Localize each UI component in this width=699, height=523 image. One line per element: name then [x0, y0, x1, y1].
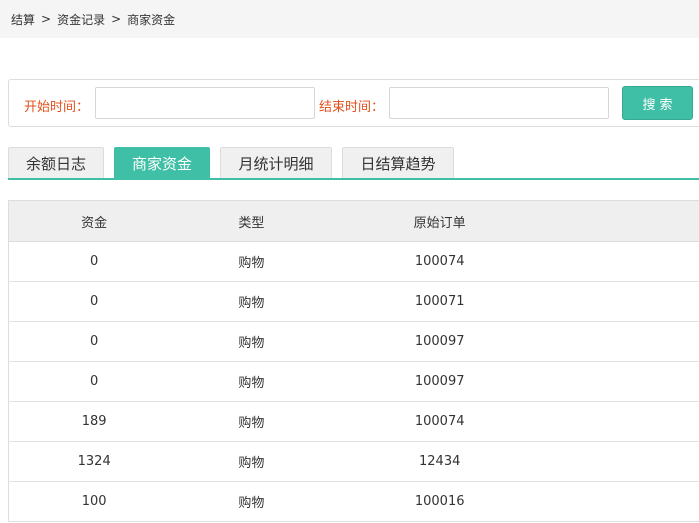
- cell-funds: 189: [8, 401, 180, 442]
- tab-daily-settlement-trend[interactable]: 日结算趋势: [342, 147, 454, 178]
- cell-empty: [556, 361, 699, 402]
- cell-order: 12434: [323, 441, 557, 482]
- table-row: 0 购物 100074: [8, 241, 699, 282]
- cell-empty: [556, 441, 699, 482]
- breadcrumb-separator: >: [41, 12, 52, 26]
- funds-table-container: 资金 类型 原始订单 0 购物 100074 0 购物 100071 0 购物: [8, 200, 699, 522]
- cell-funds: 0: [8, 321, 180, 362]
- breadcrumb: 结算 > 资金记录 > 商家资金: [0, 0, 699, 38]
- cell-type: 购物: [179, 361, 324, 402]
- table-row: 0 购物 100097: [8, 321, 699, 362]
- table-row: 189 购物 100074: [8, 401, 699, 442]
- funds-table: 资金 类型 原始订单 0 购物 100074 0 购物 100071 0 购物: [8, 200, 699, 522]
- tab-balance-log[interactable]: 余额日志: [8, 147, 104, 178]
- header-empty: [556, 200, 699, 242]
- cell-empty: [556, 281, 699, 322]
- breadcrumb-separator: >: [111, 12, 122, 26]
- search-panel: 开始时间： 结束时间： 搜索: [8, 79, 699, 127]
- cell-order: 100074: [323, 241, 557, 282]
- search-button[interactable]: 搜索: [622, 86, 693, 120]
- cell-type: 购物: [179, 241, 324, 282]
- cell-funds: 0: [8, 281, 180, 322]
- cell-empty: [556, 481, 699, 522]
- cell-funds: 0: [8, 361, 180, 402]
- table-header-row: 资金 类型 原始订单: [8, 200, 699, 242]
- cell-order: 100016: [323, 481, 557, 522]
- breadcrumb-item-fund-records[interactable]: 资金记录: [57, 11, 105, 28]
- cell-order: 100097: [323, 361, 557, 402]
- table-row: 100 购物 100016: [8, 481, 699, 522]
- cell-empty: [556, 321, 699, 362]
- end-time-label: 结束时间：: [319, 100, 385, 115]
- tab-merchant-funds[interactable]: 商家资金: [114, 147, 210, 178]
- cell-type: 购物: [179, 441, 324, 482]
- breadcrumb-item-settlement[interactable]: 结算: [11, 11, 35, 28]
- cell-order: 100097: [323, 321, 557, 362]
- header-funds: 资金: [8, 200, 180, 242]
- start-time-input[interactable]: [95, 87, 315, 119]
- header-original-order: 原始订单: [323, 200, 557, 242]
- cell-type: 购物: [179, 401, 324, 442]
- cell-type: 购物: [179, 321, 324, 362]
- header-type: 类型: [179, 200, 324, 242]
- tab-bar: 余额日志 商家资金 月统计明细 日结算趋势: [8, 147, 699, 180]
- cell-order: 100071: [323, 281, 557, 322]
- cell-order: 100074: [323, 401, 557, 442]
- table-row: 0 购物 100097: [8, 361, 699, 402]
- cell-funds: 100: [8, 481, 180, 522]
- breadcrumb-item-merchant-funds: 商家资金: [127, 12, 176, 27]
- table-row: 1324 购物 12434: [8, 441, 699, 482]
- cell-empty: [556, 401, 699, 442]
- cell-funds: 1324: [8, 441, 180, 482]
- tab-monthly-statistics[interactable]: 月统计明细: [220, 147, 332, 178]
- cell-type: 购物: [179, 281, 324, 322]
- end-time-input[interactable]: [389, 87, 609, 119]
- table-row: 0 购物 100071: [8, 281, 699, 322]
- cell-funds: 0: [8, 241, 180, 282]
- cell-empty: [556, 241, 699, 282]
- start-time-label: 开始时间：: [24, 100, 90, 115]
- cell-type: 购物: [179, 481, 324, 522]
